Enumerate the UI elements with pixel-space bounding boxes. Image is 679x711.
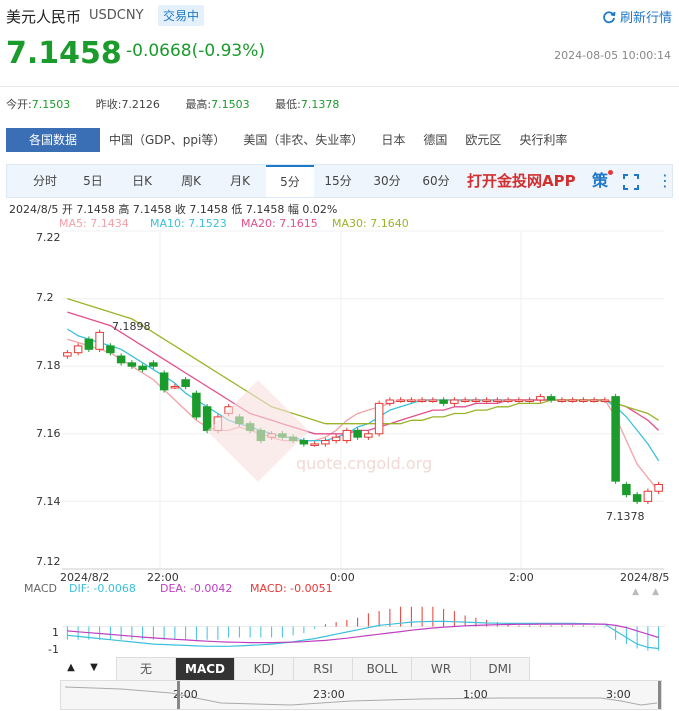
candle-body (632, 494, 642, 502)
y-tick-label: 7.14 (36, 495, 61, 508)
candlestick-chart[interactable] (0, 0, 679, 711)
y-tick-label: 7.2 (36, 291, 54, 304)
arrow-up-button[interactable]: ▲ (61, 658, 81, 678)
time-navigator[interactable]: 2:00 23:00 1:00 3:00 (60, 680, 662, 710)
nav-label: 23:00 (313, 688, 345, 701)
candle-body (417, 399, 427, 402)
navigator-sparkline (64, 686, 658, 706)
candle-body (471, 399, 481, 402)
candle-body (159, 372, 169, 391)
candle-body (310, 443, 319, 446)
indicator-dmi[interactable]: DMI (470, 657, 530, 681)
candle-body (546, 396, 556, 401)
macd-dif: DIF: -0.0068 (69, 582, 136, 595)
candle-body (95, 331, 104, 350)
candle-body (138, 365, 147, 371)
navigator-left-handle[interactable] (177, 681, 180, 709)
candle-body (181, 379, 190, 387)
indicator-none[interactable]: 无 (116, 657, 176, 681)
macd-dea: DEA: -0.0042 (160, 582, 233, 595)
indicator-boll[interactable]: BOLL (352, 657, 412, 681)
candle-body (353, 429, 362, 438)
macd-y-tick: 1 (52, 626, 59, 639)
candle-body (643, 490, 653, 502)
candle-body (493, 399, 502, 402)
macd-y-tick: -1 (48, 643, 59, 656)
nav-label: 3:00 (606, 688, 631, 701)
arrow-down-button[interactable]: ▼ (84, 658, 104, 678)
candle-body (482, 399, 491, 402)
candle-body (589, 399, 599, 402)
indicator-kdj[interactable]: KDJ (234, 657, 294, 681)
candle-body (439, 399, 448, 404)
candle-body (374, 402, 384, 435)
candle-body (299, 440, 309, 445)
x-tick-label: 2024/8/5 (620, 571, 670, 584)
series-line-ma30 (67, 297, 659, 425)
scroll-down-icon[interactable]: ▲ (652, 587, 659, 597)
indicator-wr[interactable]: WR (411, 657, 471, 681)
indicator-macd[interactable]: MACD (175, 657, 235, 681)
candle-body (654, 484, 663, 492)
series-line-ma10 (67, 328, 660, 462)
candle-body (396, 399, 405, 402)
candle-body (84, 338, 94, 350)
candle-body (579, 399, 588, 402)
low-annotation: 7.1378 (606, 510, 645, 523)
candle-body (428, 399, 438, 402)
candle-body (600, 399, 610, 402)
series-line-ma20 (67, 311, 660, 435)
candle-body (503, 399, 513, 402)
candle-body (536, 396, 545, 401)
candle-body (321, 440, 330, 445)
candle-body (568, 399, 577, 402)
candle-body (514, 399, 524, 402)
candle-body (460, 399, 470, 402)
x-tick-label: 2:00 (509, 571, 534, 584)
candle-body (525, 399, 534, 402)
candle-body (106, 345, 115, 354)
navigator-right-handle[interactable] (658, 681, 661, 709)
y-tick-label: 7.16 (36, 427, 61, 440)
candle-body (170, 385, 180, 389)
x-tick-label: 0:00 (330, 571, 355, 584)
candle-body (149, 362, 158, 367)
scroll-up-icon[interactable]: ▲ (632, 587, 639, 597)
candle-body (364, 433, 373, 438)
y-tick-label: 7.12 (36, 555, 61, 568)
indicator-rsi[interactable]: RSI (293, 657, 353, 681)
candle-body (342, 429, 352, 442)
candle-body (385, 399, 395, 404)
candle-body (73, 345, 83, 354)
y-tick-label: 7.18 (36, 359, 61, 372)
macd-value: MACD: -0.0051 (250, 582, 333, 595)
candle-body (116, 355, 126, 364)
macd-title: MACD (24, 582, 57, 595)
candle-body (557, 399, 567, 402)
high-annotation: 7.1898 (112, 320, 151, 333)
candle-body (127, 362, 137, 367)
candle-body (611, 396, 620, 482)
y-tick-label: 7.22 (36, 231, 61, 244)
watermark-text: quote.cngold.org (296, 454, 433, 473)
nav-label: 1:00 (463, 688, 488, 701)
candle-body (622, 484, 631, 496)
candle-body (450, 399, 459, 404)
macd-dif-line (67, 620, 659, 650)
candle-body (192, 392, 201, 418)
candle-body (331, 436, 341, 442)
indicator-tabs: 无 MACD KDJ RSI BOLL WR DMI (116, 657, 530, 681)
candle-body (407, 399, 416, 402)
candle-body (63, 352, 72, 357)
